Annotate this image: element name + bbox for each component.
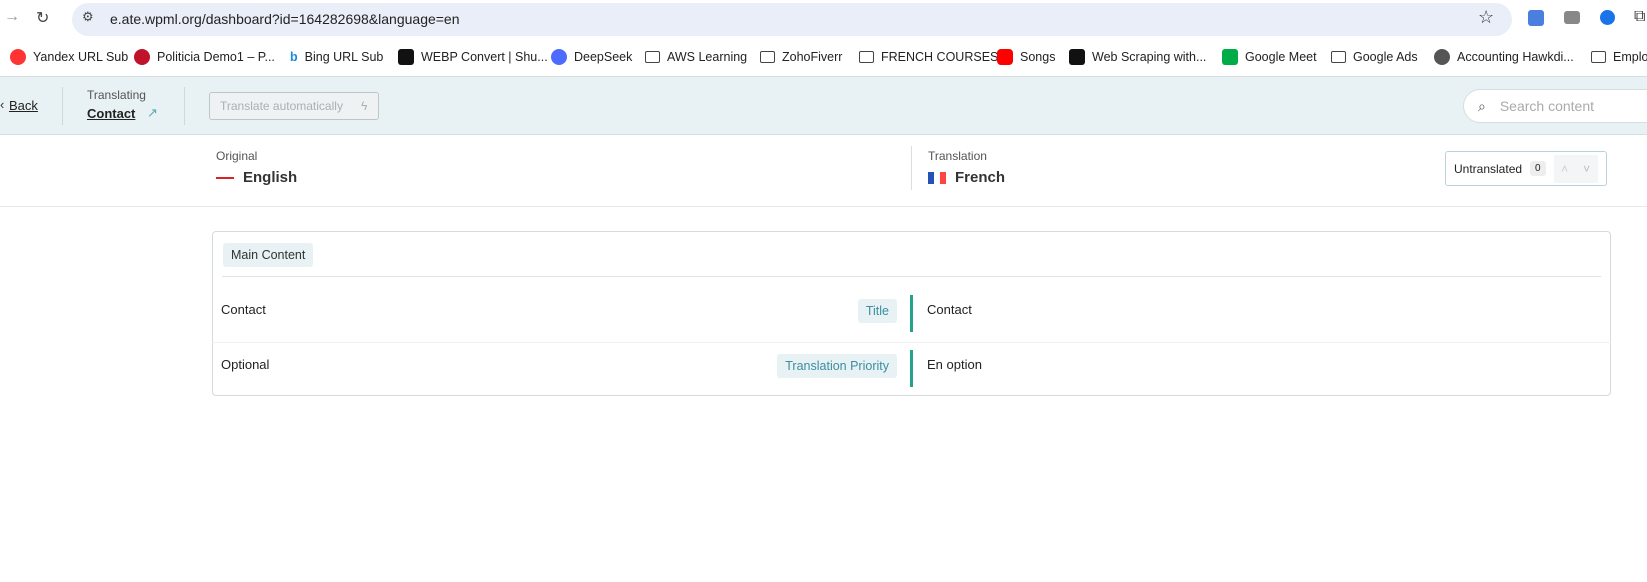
bookmark-zohofiverr[interactable]: ZohoFiverr xyxy=(760,46,842,68)
folder-icon xyxy=(645,51,660,63)
bookmark-label: Politicia Demo1 – P... xyxy=(157,50,275,64)
bookmark-google-ads[interactable]: Google Ads xyxy=(1331,46,1418,68)
bookmark-web-scraping[interactable]: Web Scraping with... xyxy=(1069,46,1206,68)
translation-label: Translation xyxy=(928,149,987,163)
language-name: French xyxy=(955,169,1006,186)
translation-text[interactable]: Contact xyxy=(927,302,972,317)
bookmark-label: FRENCH COURSES xyxy=(881,50,999,64)
language-name: English xyxy=(243,169,298,186)
reload-icon[interactable]: ↻ xyxy=(36,8,49,28)
search-input[interactable]: ⌕ Search content xyxy=(1463,89,1647,123)
folder-icon xyxy=(1331,51,1346,63)
site-settings-icon[interactable]: ⚙ xyxy=(82,9,94,25)
deepseek-icon xyxy=(551,49,567,65)
bookmark-emplo[interactable]: Emplo xyxy=(1591,46,1647,68)
webp-icon xyxy=(398,49,414,65)
folder-icon xyxy=(760,51,775,63)
bookmark-label: Accounting Hawkdi... xyxy=(1457,50,1574,64)
folder-icon xyxy=(1591,51,1606,63)
bookmark-french-courses[interactable]: FRENCH COURSES xyxy=(859,46,998,68)
bookmark-label: WEBP Convert | Shu... xyxy=(421,50,548,64)
accounting-icon xyxy=(1434,49,1450,65)
politicia-icon xyxy=(134,49,150,65)
translate-automatically-button[interactable]: Translate automatically ϟ xyxy=(209,92,379,120)
translated-status-bar xyxy=(910,295,913,332)
uk-flag-icon xyxy=(216,171,234,184)
forward-icon[interactable]: → xyxy=(4,8,20,26)
original-language: English xyxy=(216,169,297,186)
bookmark-label: Google Ads xyxy=(1353,50,1418,64)
search-icon: ⌕ xyxy=(1478,97,1486,114)
youtube-icon xyxy=(997,49,1013,65)
previous-arrow-icon[interactable]: ˄ xyxy=(1553,154,1576,183)
untranslated-filter[interactable]: Untranslated 0 ˄ ˅ xyxy=(1445,151,1607,186)
bookmark-label: Emplo xyxy=(1613,50,1647,64)
divider xyxy=(212,342,1611,343)
bookmark-label: Bing URL Sub xyxy=(304,50,384,64)
translation-language: French xyxy=(928,169,1005,186)
bookmark-label: AWS Learning xyxy=(667,50,748,64)
bing-icon: b xyxy=(290,50,298,64)
section-title: Main Content xyxy=(223,243,314,267)
bookmark-yandex[interactable]: Yandex URL Sub xyxy=(10,46,128,68)
translate-extension-icon[interactable] xyxy=(1528,10,1544,26)
bookmark-label: Yandex URL Sub xyxy=(33,50,129,64)
translated-status-bar xyxy=(910,350,913,387)
yandex-icon xyxy=(10,49,26,65)
bookmark-label: Songs xyxy=(1020,50,1056,64)
folder-icon xyxy=(859,51,874,63)
original-text[interactable]: Contact xyxy=(221,302,266,317)
document-link[interactable]: Contact xyxy=(87,106,135,121)
bookmark-deepseek[interactable]: DeepSeek xyxy=(551,46,632,68)
back-arrow-icon[interactable]: ‹ xyxy=(0,97,4,112)
url-text[interactable]: e.ate.wpml.org/dashboard?id=164282698&la… xyxy=(110,11,460,27)
bookmark-accounting[interactable]: Accounting Hawkdi... xyxy=(1434,46,1574,68)
bookmark-google-meet[interactable]: Google Meet xyxy=(1222,46,1317,68)
button-label: Translate automatically xyxy=(220,99,343,113)
google-meet-icon xyxy=(1222,49,1238,65)
bookmark-label: DeepSeek xyxy=(574,50,633,64)
tag-extension-icon[interactable] xyxy=(1600,10,1615,25)
bookmark-webp[interactable]: WEBP Convert | Shu... xyxy=(398,46,548,68)
external-link-icon[interactable]: ↗ xyxy=(147,105,158,121)
france-flag-icon xyxy=(928,171,946,184)
next-arrow-icon[interactable]: ˅ xyxy=(1575,154,1598,183)
web-scraping-icon xyxy=(1069,49,1085,65)
filter-label: Untranslated xyxy=(1454,161,1523,176)
divider xyxy=(222,276,1601,277)
translation-text[interactable]: En option xyxy=(927,357,982,372)
back-link[interactable]: Back xyxy=(9,98,38,113)
bookmark-star-icon[interactable]: ☆ xyxy=(1478,7,1494,28)
bookmark-politicia[interactable]: Politicia Demo1 – P... xyxy=(134,46,275,68)
extensions-icon[interactable]: ⧉ xyxy=(1634,8,1645,26)
divider xyxy=(911,146,912,190)
divider xyxy=(62,87,63,125)
field-type-badge: Title xyxy=(857,299,897,323)
translating-label: Translating xyxy=(87,88,146,102)
original-text[interactable]: Optional xyxy=(221,357,269,372)
field-type-badge: Translation Priority xyxy=(777,354,897,378)
bookmark-label: Web Scraping with... xyxy=(1092,50,1207,64)
bookmark-aws[interactable]: AWS Learning xyxy=(645,46,747,68)
camera-extension-icon[interactable] xyxy=(1564,11,1580,24)
search-placeholder: Search content xyxy=(1499,98,1595,114)
bookmark-label: ZohoFiverr xyxy=(782,50,843,64)
divider xyxy=(184,87,185,125)
lightning-icon: ϟ xyxy=(360,99,368,113)
bookmark-bing[interactable]: b Bing URL Sub xyxy=(290,46,383,68)
bookmark-songs[interactable]: Songs xyxy=(997,46,1055,68)
original-label: Original xyxy=(216,149,258,163)
untranslated-count: 0 xyxy=(1530,161,1546,176)
bookmark-label: Google Meet xyxy=(1245,50,1317,64)
divider xyxy=(0,206,1647,207)
